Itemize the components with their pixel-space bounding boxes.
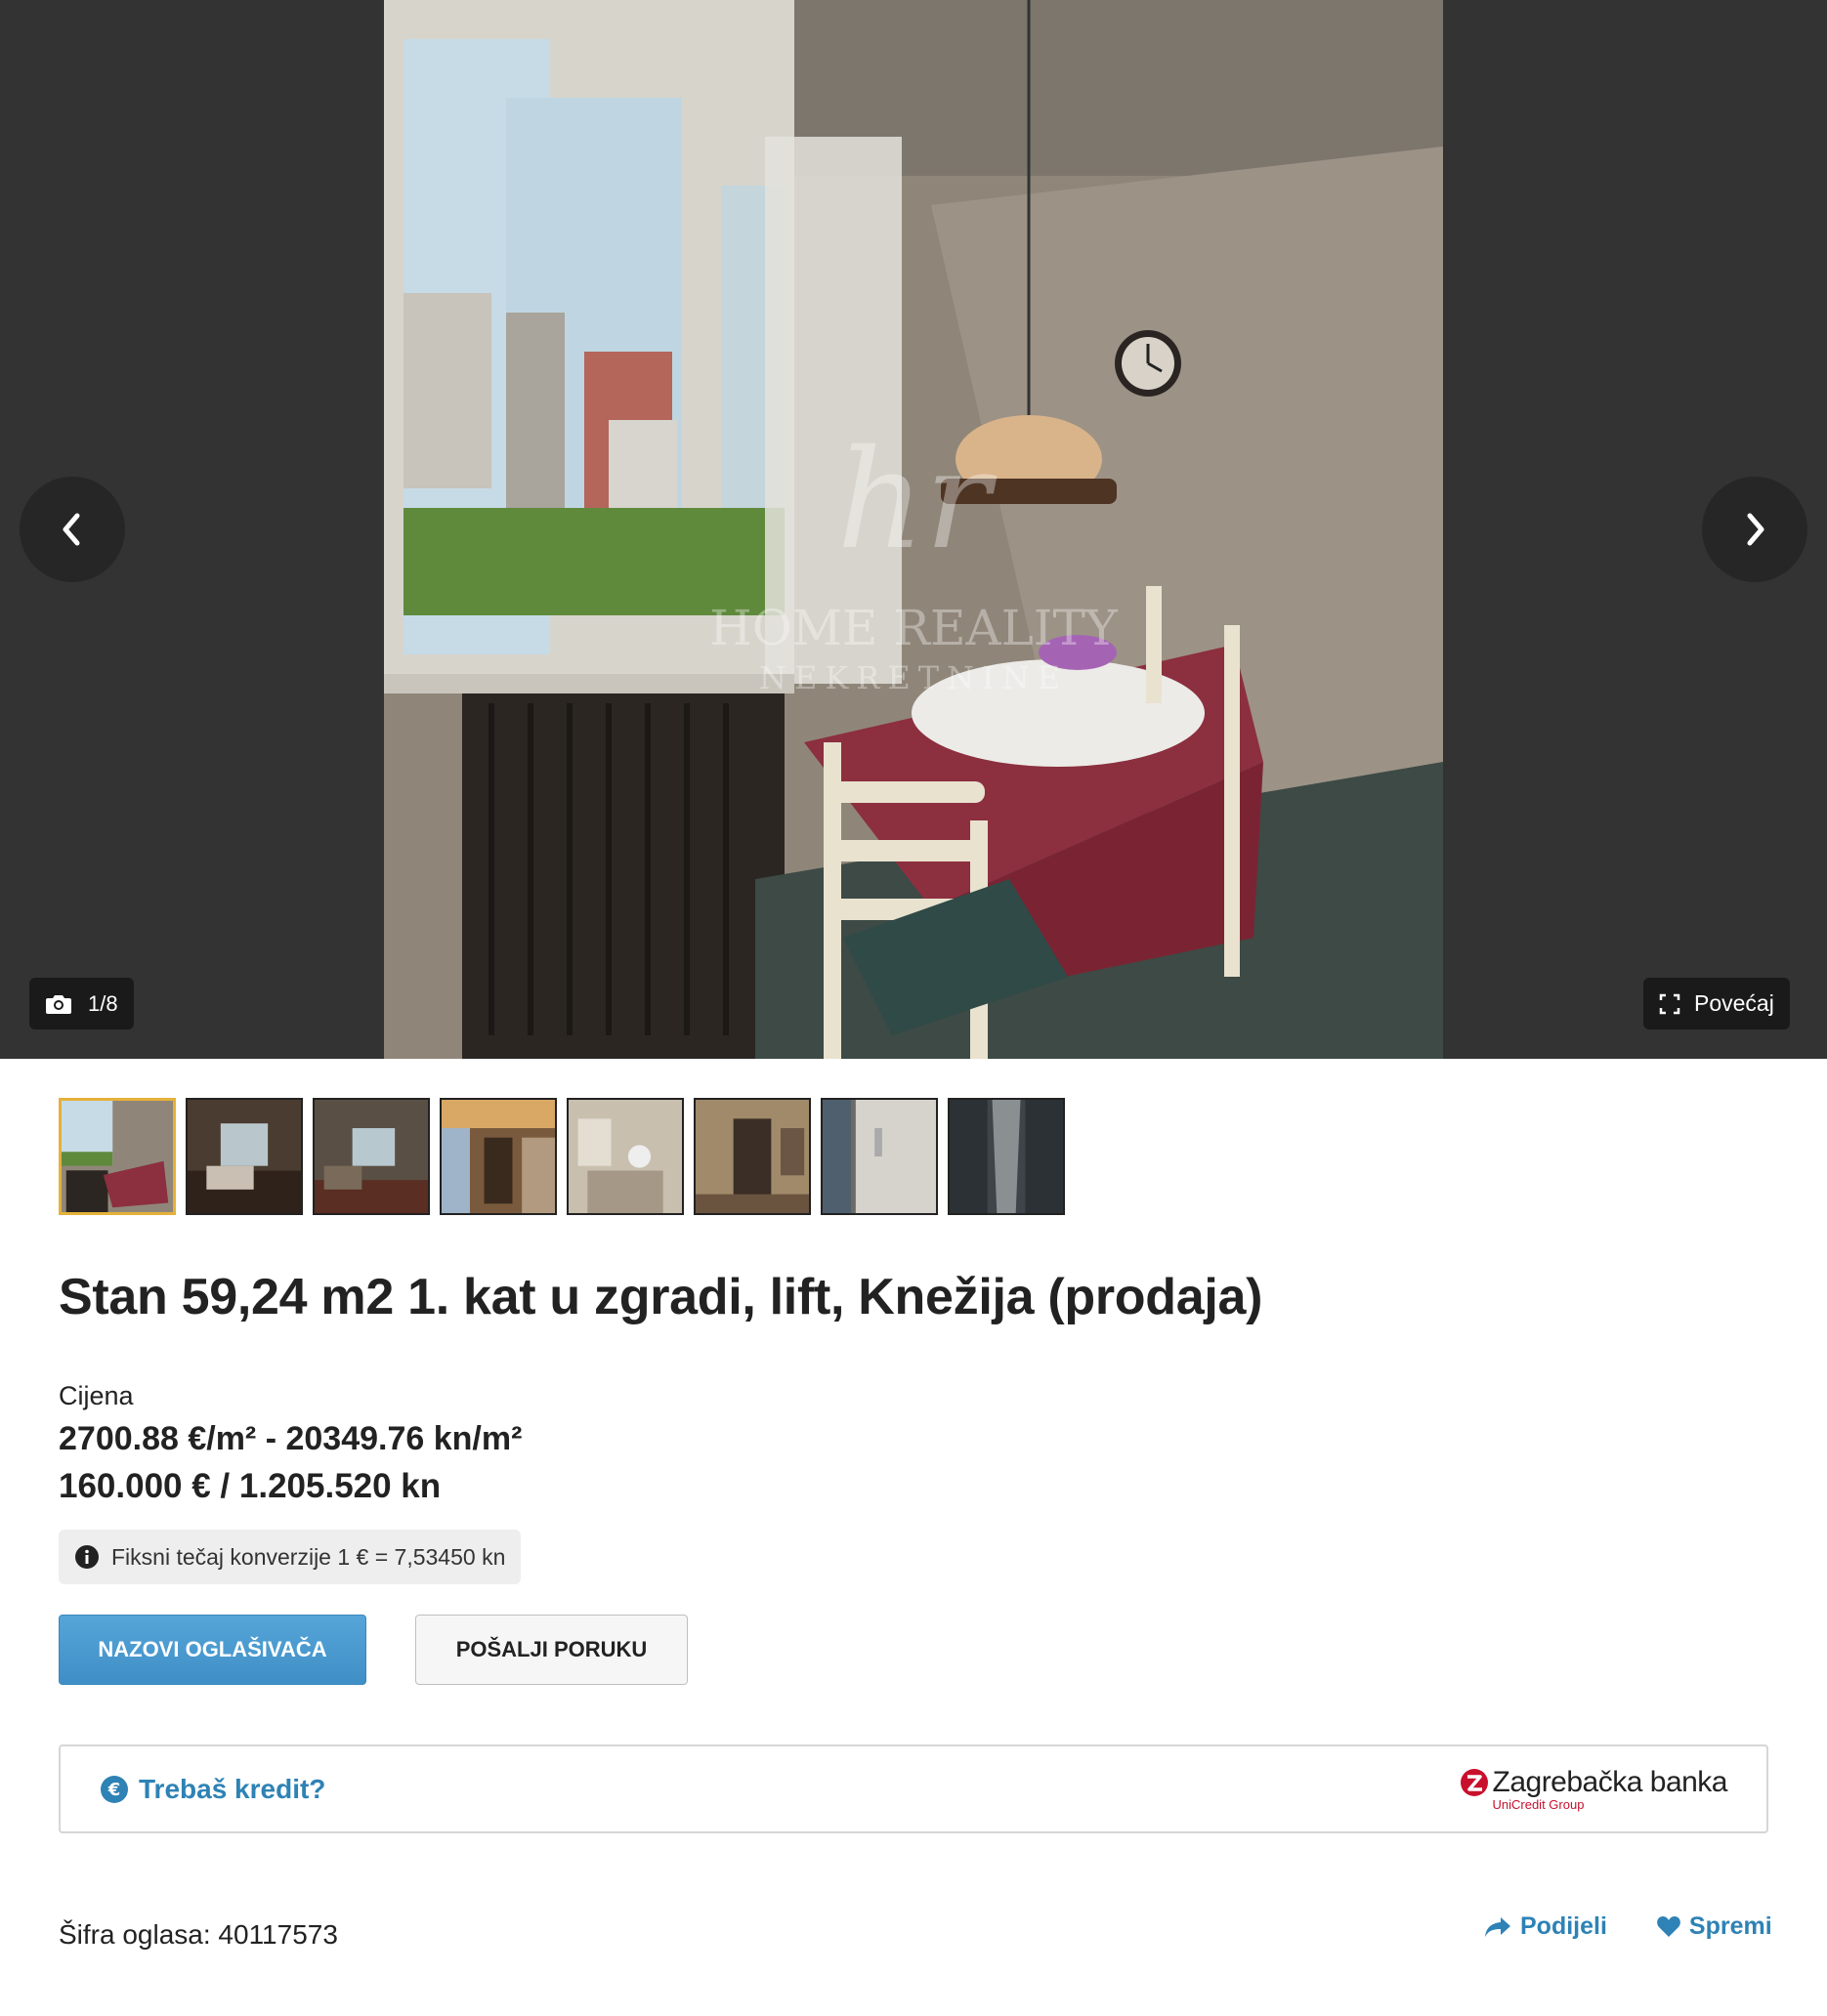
euro-icon: € bbox=[101, 1775, 128, 1803]
svg-text:hr: hr bbox=[836, 421, 997, 580]
thumbnail-2[interactable] bbox=[186, 1098, 303, 1215]
credit-link-text: Trebaš kredit? bbox=[139, 1773, 326, 1804]
photo-counter: 1/8 bbox=[29, 978, 134, 1029]
listing-actions: Podijeli Spremi bbox=[1483, 1912, 1772, 1941]
thumbnail-1[interactable] bbox=[59, 1098, 176, 1215]
thumbnail-6[interactable] bbox=[694, 1098, 811, 1215]
svg-text:HOME REALITY: HOME REALITY bbox=[709, 600, 1119, 656]
save-label: Spremi bbox=[1688, 1912, 1772, 1940]
share-button[interactable]: Podijeli bbox=[1483, 1912, 1607, 1941]
fullscreen-icon bbox=[1659, 993, 1680, 1014]
conversion-rate-text: Fiksni tečaj konverzije 1 € = 7,53450 kn bbox=[111, 1543, 506, 1570]
thumbnail-strip bbox=[59, 1098, 1065, 1215]
unicredit-logo-icon bbox=[1460, 1769, 1488, 1796]
credit-link[interactable]: € Trebaš kredit? bbox=[100, 1774, 325, 1805]
thumbnail-4[interactable] bbox=[440, 1098, 557, 1215]
thumbnail-3[interactable] bbox=[313, 1098, 430, 1215]
info-icon bbox=[75, 1545, 99, 1569]
price-per-sqm: 2700.88 €/m² - 20349.76 kn/m² bbox=[59, 1420, 523, 1457]
photo-counter-text: 1/8 bbox=[88, 990, 118, 1016]
bank-group: UniCredit Group bbox=[1492, 1797, 1585, 1812]
credit-banner[interactable]: € Trebaš kredit? Zagrebačka banka UniCre… bbox=[59, 1744, 1768, 1833]
heart-icon bbox=[1657, 1915, 1680, 1937]
conversion-rate-note: Fiksni tečaj konverzije 1 € = 7,53450 kn bbox=[59, 1530, 522, 1584]
call-advertiser-button[interactable]: NAZOVI OGLAŠIVAČA bbox=[59, 1615, 366, 1685]
price-label: Cijena bbox=[59, 1381, 134, 1410]
send-message-button[interactable]: POŠALJI PORUKU bbox=[415, 1615, 688, 1685]
save-button[interactable]: Spremi bbox=[1656, 1912, 1772, 1941]
bank-logo: Zagrebačka banka UniCredit Group bbox=[1460, 1766, 1728, 1812]
camera-icon bbox=[46, 994, 71, 1014]
enlarge-label: Povećaj bbox=[1694, 990, 1774, 1016]
photo-gallery: hr HOME REALITY NEKRETNINE 1/8 Povećaj bbox=[0, 0, 1827, 1059]
main-photo[interactable]: hr HOME REALITY NEKRETNINE bbox=[384, 0, 1443, 1059]
thumbnail-5[interactable] bbox=[567, 1098, 684, 1215]
price-total: 160.000 € / 1.205.520 kn bbox=[59, 1467, 442, 1505]
svg-text:NEKRETNINE: NEKRETNINE bbox=[759, 659, 1068, 696]
chevron-right-icon bbox=[1747, 513, 1764, 546]
chevron-left-icon bbox=[63, 513, 80, 546]
next-photo-button[interactable] bbox=[1702, 477, 1807, 582]
svg-text:€: € bbox=[107, 1780, 121, 1800]
thumbnail-7[interactable] bbox=[821, 1098, 938, 1215]
listing-title: Stan 59,24 m2 1. kat u zgradi, lift, Kne… bbox=[59, 1269, 1263, 1325]
bank-name: Zagrebačka banka bbox=[1492, 1766, 1728, 1798]
thumbnail-8[interactable] bbox=[948, 1098, 1065, 1215]
enlarge-button[interactable]: Povećaj bbox=[1643, 978, 1790, 1029]
share-arrow-icon bbox=[1485, 1916, 1510, 1937]
share-label: Podijeli bbox=[1520, 1912, 1607, 1940]
previous-photo-button[interactable] bbox=[20, 477, 125, 582]
ad-code: Šifra oglasa: 40117573 bbox=[59, 1919, 338, 1950]
